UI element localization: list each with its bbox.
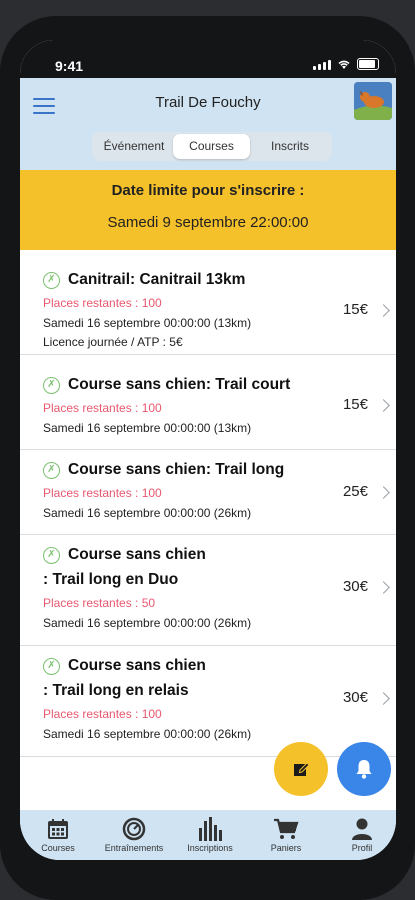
- notifications-button[interactable]: [337, 742, 391, 796]
- segment-bar: Événement Courses Inscrits: [20, 128, 396, 170]
- course-item[interactable]: ✗ Canitrail: Canitrail 13km Places resta…: [20, 250, 396, 355]
- tab-evenement[interactable]: Événement: [94, 132, 174, 161]
- notch: [103, 40, 313, 70]
- course-item[interactable]: ✗ Course sans chien: Trail long Places r…: [20, 450, 396, 535]
- tabbar-label: Profil: [351, 843, 373, 853]
- course-item[interactable]: ✗ Course sans chien : Trail long en Duo …: [20, 535, 396, 646]
- places-remaining: Places restantes : 100: [43, 401, 162, 415]
- status-time: 9:41: [55, 58, 84, 74]
- bottom-tab-bar: Courses Entraînements Inscriptions Panie…: [20, 810, 396, 860]
- course-item[interactable]: ✗ Course sans chien: Trail court Places …: [20, 355, 396, 450]
- bell-icon: [356, 760, 372, 779]
- tabbar-label: Paniers: [270, 843, 302, 853]
- tabbar-item-courses[interactable]: Courses: [20, 816, 96, 853]
- course-date: Samedi 16 septembre 00:00:00 (26km): [43, 506, 252, 520]
- course-list: ✗ Canitrail: Canitrail 13km Places resta…: [20, 250, 396, 757]
- tab-inscrits[interactable]: Inscrits: [250, 132, 330, 161]
- tabbar-item-inscriptions[interactable]: Inscriptions: [172, 816, 248, 853]
- event-logo[interactable]: [354, 82, 392, 120]
- bar-chart-icon: [199, 817, 222, 841]
- course-name: Canitrail: Canitrail 13km: [68, 271, 246, 288]
- course-name-line1: Course sans chien: [68, 657, 206, 674]
- calendar-icon: [48, 819, 68, 839]
- cart-icon: [274, 818, 299, 839]
- user-icon: [352, 818, 372, 840]
- battery-icon: [357, 58, 379, 70]
- page-title: Trail De Fouchy: [155, 94, 261, 111]
- runner-icon: ✗: [43, 462, 60, 479]
- chevron-right-icon: [377, 581, 390, 594]
- course-name-line2: : Trail long en relais: [43, 682, 189, 699]
- places-remaining: Places restantes : 100: [43, 296, 162, 310]
- chevron-right-icon: [377, 692, 390, 705]
- course-price: 30€: [342, 578, 368, 595]
- wifi-icon: [338, 60, 350, 69]
- deadline-heading: Date limite pour s'inscrire :: [111, 182, 305, 199]
- stopwatch-icon: [122, 817, 146, 841]
- segmented-control: Événement Courses Inscrits: [92, 132, 332, 161]
- edit-button[interactable]: [274, 742, 328, 796]
- course-date: Samedi 16 septembre 00:00:00 (13km): [43, 421, 252, 435]
- places-remaining: Places restantes : 100: [43, 486, 162, 500]
- tabbar-label: Entraînements: [104, 843, 164, 853]
- course-price: 15€: [342, 301, 368, 318]
- course-name: Course sans chien: Trail long: [68, 461, 285, 478]
- chevron-right-icon: [377, 486, 390, 499]
- course-price: 30€: [342, 689, 368, 706]
- tabbar-item-paniers[interactable]: Paniers: [248, 816, 324, 853]
- course-name-line1: Course sans chien: [68, 546, 206, 563]
- places-remaining: Places restantes : 50: [43, 596, 156, 610]
- runner-icon: ✗: [43, 377, 60, 394]
- course-price: 15€: [342, 396, 368, 413]
- tabbar-label: Inscriptions: [187, 843, 233, 853]
- course-name-line2: : Trail long en Duo: [43, 571, 179, 588]
- course-date: Samedi 16 septembre 00:00:00 (26km): [43, 727, 252, 741]
- chevron-right-icon: [377, 399, 390, 412]
- edit-icon: [294, 762, 310, 776]
- tabbar-label: Courses: [41, 843, 75, 853]
- deadline-banner: Date limite pour s'inscrire : Samedi 9 s…: [20, 170, 396, 250]
- runner-icon: ✗: [43, 658, 60, 675]
- tabbar-item-entrainements[interactable]: Entraînements: [96, 816, 172, 853]
- course-price: 25€: [342, 483, 368, 500]
- course-licence: Licence journée / ATP : 5€: [43, 335, 183, 349]
- app-screen: Trail De Fouchy Événement Courses Inscri…: [20, 40, 396, 860]
- runner-icon: ✗: [43, 547, 60, 564]
- places-remaining: Places restantes : 100: [43, 707, 162, 721]
- deadline-date: Samedi 9 septembre 22:00:00: [107, 214, 309, 231]
- course-item[interactable]: ✗ Course sans chien : Trail long en rela…: [20, 646, 396, 757]
- status-icons: [313, 58, 379, 70]
- signal-icon: [313, 60, 331, 70]
- tab-courses[interactable]: Courses: [173, 134, 250, 159]
- runner-icon: ✗: [43, 272, 60, 289]
- chevron-right-icon: [377, 304, 390, 317]
- course-date: Samedi 16 septembre 00:00:00 (26km): [43, 616, 252, 630]
- course-name: Course sans chien: Trail court: [68, 376, 291, 393]
- course-date: Samedi 16 septembre 00:00:00 (13km): [43, 316, 252, 330]
- tabbar-item-profil[interactable]: Profil: [324, 816, 396, 853]
